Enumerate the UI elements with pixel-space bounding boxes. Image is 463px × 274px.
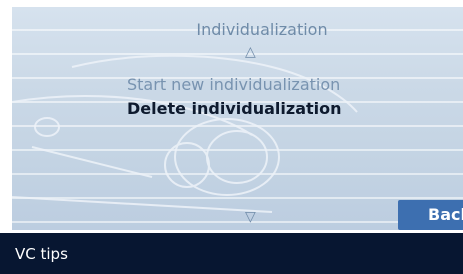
car-headlight-outer bbox=[174, 118, 280, 196]
triangle-down-icon[interactable]: ▽ bbox=[245, 209, 256, 225]
car-headlight-inner bbox=[206, 130, 268, 184]
menu-display: Individualization △ Start new individual… bbox=[12, 7, 463, 230]
menu-item-start-new-individualization[interactable]: Start new individualization bbox=[127, 75, 340, 94]
car-background-graphic bbox=[12, 54, 358, 213]
menu-item-delete-individualization[interactable]: Delete individualization bbox=[127, 99, 342, 118]
car-grille-line bbox=[31, 146, 153, 178]
car-emblem bbox=[34, 117, 60, 137]
status-bar: VC tips bbox=[0, 233, 463, 274]
triangle-up-icon[interactable]: △ bbox=[245, 44, 256, 60]
status-bar-text: VC tips bbox=[15, 245, 68, 263]
menu-title: Individualization bbox=[196, 20, 328, 39]
vehicle-display-screen: Individualization △ Start new individual… bbox=[0, 0, 463, 274]
back-button[interactable]: Back bbox=[398, 200, 463, 230]
car-bumper-line bbox=[12, 196, 273, 213]
